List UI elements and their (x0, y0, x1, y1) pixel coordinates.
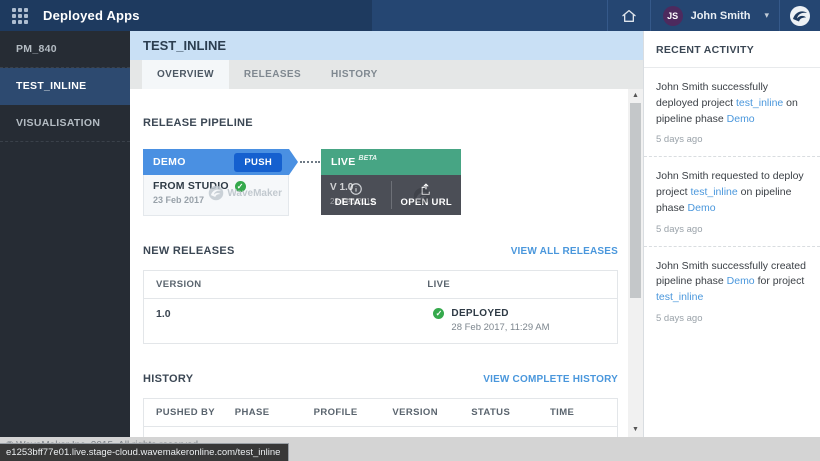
scrollbar-thumb[interactable] (630, 103, 641, 298)
sidebar-item-pm-840[interactable]: PM_840 (0, 31, 130, 68)
view-all-releases-link[interactable]: VIEW ALL RELEASES (511, 246, 618, 257)
activity-item: John Smith requested to deploy project t… (644, 157, 820, 246)
activity-text: John Smith successfully deployed project… (656, 80, 808, 127)
release-pipeline: DEMO PUSH FROM STUDIO ✓ 23 Feb 2017 (143, 149, 618, 216)
chevron-down-icon: ▾ (764, 10, 769, 21)
tab-bar: OVERVIEW RELEASES HISTORY (130, 60, 643, 89)
column-live: LIVE (425, 279, 617, 290)
release-pipeline-heading: RELEASE PIPELINE (143, 117, 618, 129)
new-releases-table-header: VERSION LIVE (144, 271, 617, 299)
tab-releases[interactable]: RELEASES (229, 60, 316, 89)
wavemaker-logo-button[interactable] (780, 0, 820, 31)
page-title-band: TEST_INLINE (130, 31, 643, 60)
user-avatar: JS (663, 6, 683, 26)
live-phase-card: LIVE BETA V 1.0 28 Feb 2017 (321, 149, 461, 215)
demo-phase-header: DEMO PUSH (143, 149, 289, 175)
column-version: VERSION (380, 407, 459, 418)
tab-overview[interactable]: OVERVIEW (142, 60, 229, 89)
activity-timestamp: 5 days ago (656, 134, 808, 145)
live-version: V 1.0 (330, 182, 353, 193)
page-title: TEST_INLINE (143, 38, 226, 53)
new-releases-table: VERSION LIVE 1.0 ✓ DEPLOYED 28 Feb 2017,… (143, 270, 618, 344)
top-header: Deployed Apps JS John Smith ▾ (0, 0, 820, 31)
sidebar-item-visualisation[interactable]: VISUALISATION (0, 105, 130, 142)
deployed-time: 28 Feb 2017, 11:29 AM (451, 322, 549, 333)
table-row[interactable]: John Smith Live Live 1.0 Deployed 28 Feb… (144, 427, 617, 437)
phase-link[interactable]: Demo (727, 275, 755, 287)
recent-activity-heading: RECENT ACTIVITY (644, 31, 820, 68)
activity-item: John Smith successfully created pipeline… (644, 247, 820, 335)
main-panel: TEST_INLINE OVERVIEW RELEASES HISTORY RE… (130, 31, 643, 437)
scroll-down-icon[interactable]: ▼ (628, 423, 643, 437)
user-name: John Smith (691, 10, 751, 22)
phase-link[interactable]: Demo (688, 202, 716, 214)
wavemaker-wave-icon (789, 5, 811, 27)
history-heading-row: HISTORY VIEW COMPLETE HISTORY (143, 373, 618, 385)
recent-activity-panel: RECENT ACTIVITY John Smith successfully … (643, 31, 820, 437)
beta-badge: BETA (359, 155, 378, 162)
wavemaker-wave-icon (208, 185, 224, 201)
sidebar-item-test-inline[interactable]: TEST_INLINE (0, 68, 130, 105)
overview-content: RELEASE PIPELINE DEMO PUSH FROM STUDIO ✓… (130, 89, 628, 437)
view-complete-history-link[interactable]: VIEW COMPLETE HISTORY (483, 374, 618, 385)
history-heading: HISTORY (143, 373, 193, 385)
projects-sidebar: PM_840 TEST_INLINE VISUALISATION (0, 31, 130, 437)
link-status-tooltip: e1253bff77e01.live.stage-cloud.wavemaker… (0, 443, 289, 461)
main-scrollbar[interactable]: ▲ ▼ (628, 89, 643, 437)
scroll-up-icon[interactable]: ▲ (628, 89, 643, 103)
push-button[interactable]: PUSH (234, 153, 282, 172)
release-live-status: ✓ DEPLOYED 28 Feb 2017, 11:29 AM (425, 308, 617, 333)
home-button[interactable] (608, 0, 650, 31)
wavemaker-watermark: WaveMaker (208, 185, 282, 201)
live-phase-header: LIVE BETA (321, 149, 461, 175)
success-check-icon: ✓ (433, 308, 444, 319)
column-version: VERSION (144, 279, 425, 290)
release-version: 1.0 (144, 308, 425, 320)
home-icon (621, 8, 637, 24)
deployed-text: DEPLOYED 28 Feb 2017, 11:29 AM (451, 308, 549, 333)
activity-text: John Smith successfully created pipeline… (656, 259, 808, 306)
activity-timestamp: 5 days ago (656, 313, 808, 324)
live-phase-name: LIVE (331, 156, 356, 168)
user-menu[interactable]: JS John Smith ▾ (651, 0, 779, 31)
deployed-label: DEPLOYED (451, 308, 549, 319)
column-phase: PHASE (223, 407, 302, 418)
column-profile: PROFILE (302, 407, 381, 418)
project-link[interactable]: test_inline (656, 291, 703, 303)
pipeline-dotted-connector (300, 161, 320, 163)
demo-phase-card: DEMO PUSH FROM STUDIO ✓ 23 Feb 2017 (143, 149, 289, 216)
apps-grid-icon[interactable] (12, 8, 28, 24)
deployed-apps-window: Deployed Apps JS John Smith ▾ (0, 0, 820, 461)
activity-text-part: for project (755, 275, 805, 287)
demo-phase-body: FROM STUDIO ✓ 23 Feb 2017 WaveMaker (143, 175, 289, 216)
live-phase-body: V 1.0 28 Feb 2017 DETAIL (321, 175, 461, 215)
column-pushed-by: PUSHED BY (144, 407, 223, 418)
activity-text: John Smith requested to deploy project t… (656, 169, 808, 216)
table-row[interactable]: 1.0 ✓ DEPLOYED 28 Feb 2017, 11:29 AM (144, 299, 617, 343)
project-link[interactable]: test_inline (690, 186, 737, 198)
history-table: PUSHED BY PHASE PROFILE VERSION STATUS T… (143, 398, 618, 437)
new-releases-heading: NEW RELEASES (143, 245, 235, 257)
live-date: 28 Feb 2017 (330, 197, 375, 206)
history-table-header: PUSHED BY PHASE PROFILE VERSION STATUS T… (144, 399, 617, 427)
app-title: Deployed Apps (43, 8, 140, 23)
activity-timestamp: 5 days ago (656, 224, 808, 235)
wavemaker-wave-icon (413, 187, 431, 205)
details-button[interactable]: DETAILS (321, 175, 391, 215)
watermark-label: WaveMaker (227, 188, 282, 199)
project-link[interactable]: test_inline (736, 97, 783, 109)
column-time: TIME (538, 407, 617, 418)
header-actions: JS John Smith ▾ (607, 0, 820, 31)
new-releases-heading-row: NEW RELEASES VIEW ALL RELEASES (143, 245, 618, 257)
pipeline-arrow-icon (289, 149, 298, 175)
phase-link[interactable]: Demo (727, 113, 755, 125)
tab-history[interactable]: HISTORY (316, 60, 393, 89)
header-brand-area: Deployed Apps (0, 0, 372, 31)
activity-item: John Smith successfully deployed project… (644, 68, 820, 157)
demo-phase-name: DEMO (153, 156, 186, 168)
column-status: STATUS (459, 407, 538, 418)
